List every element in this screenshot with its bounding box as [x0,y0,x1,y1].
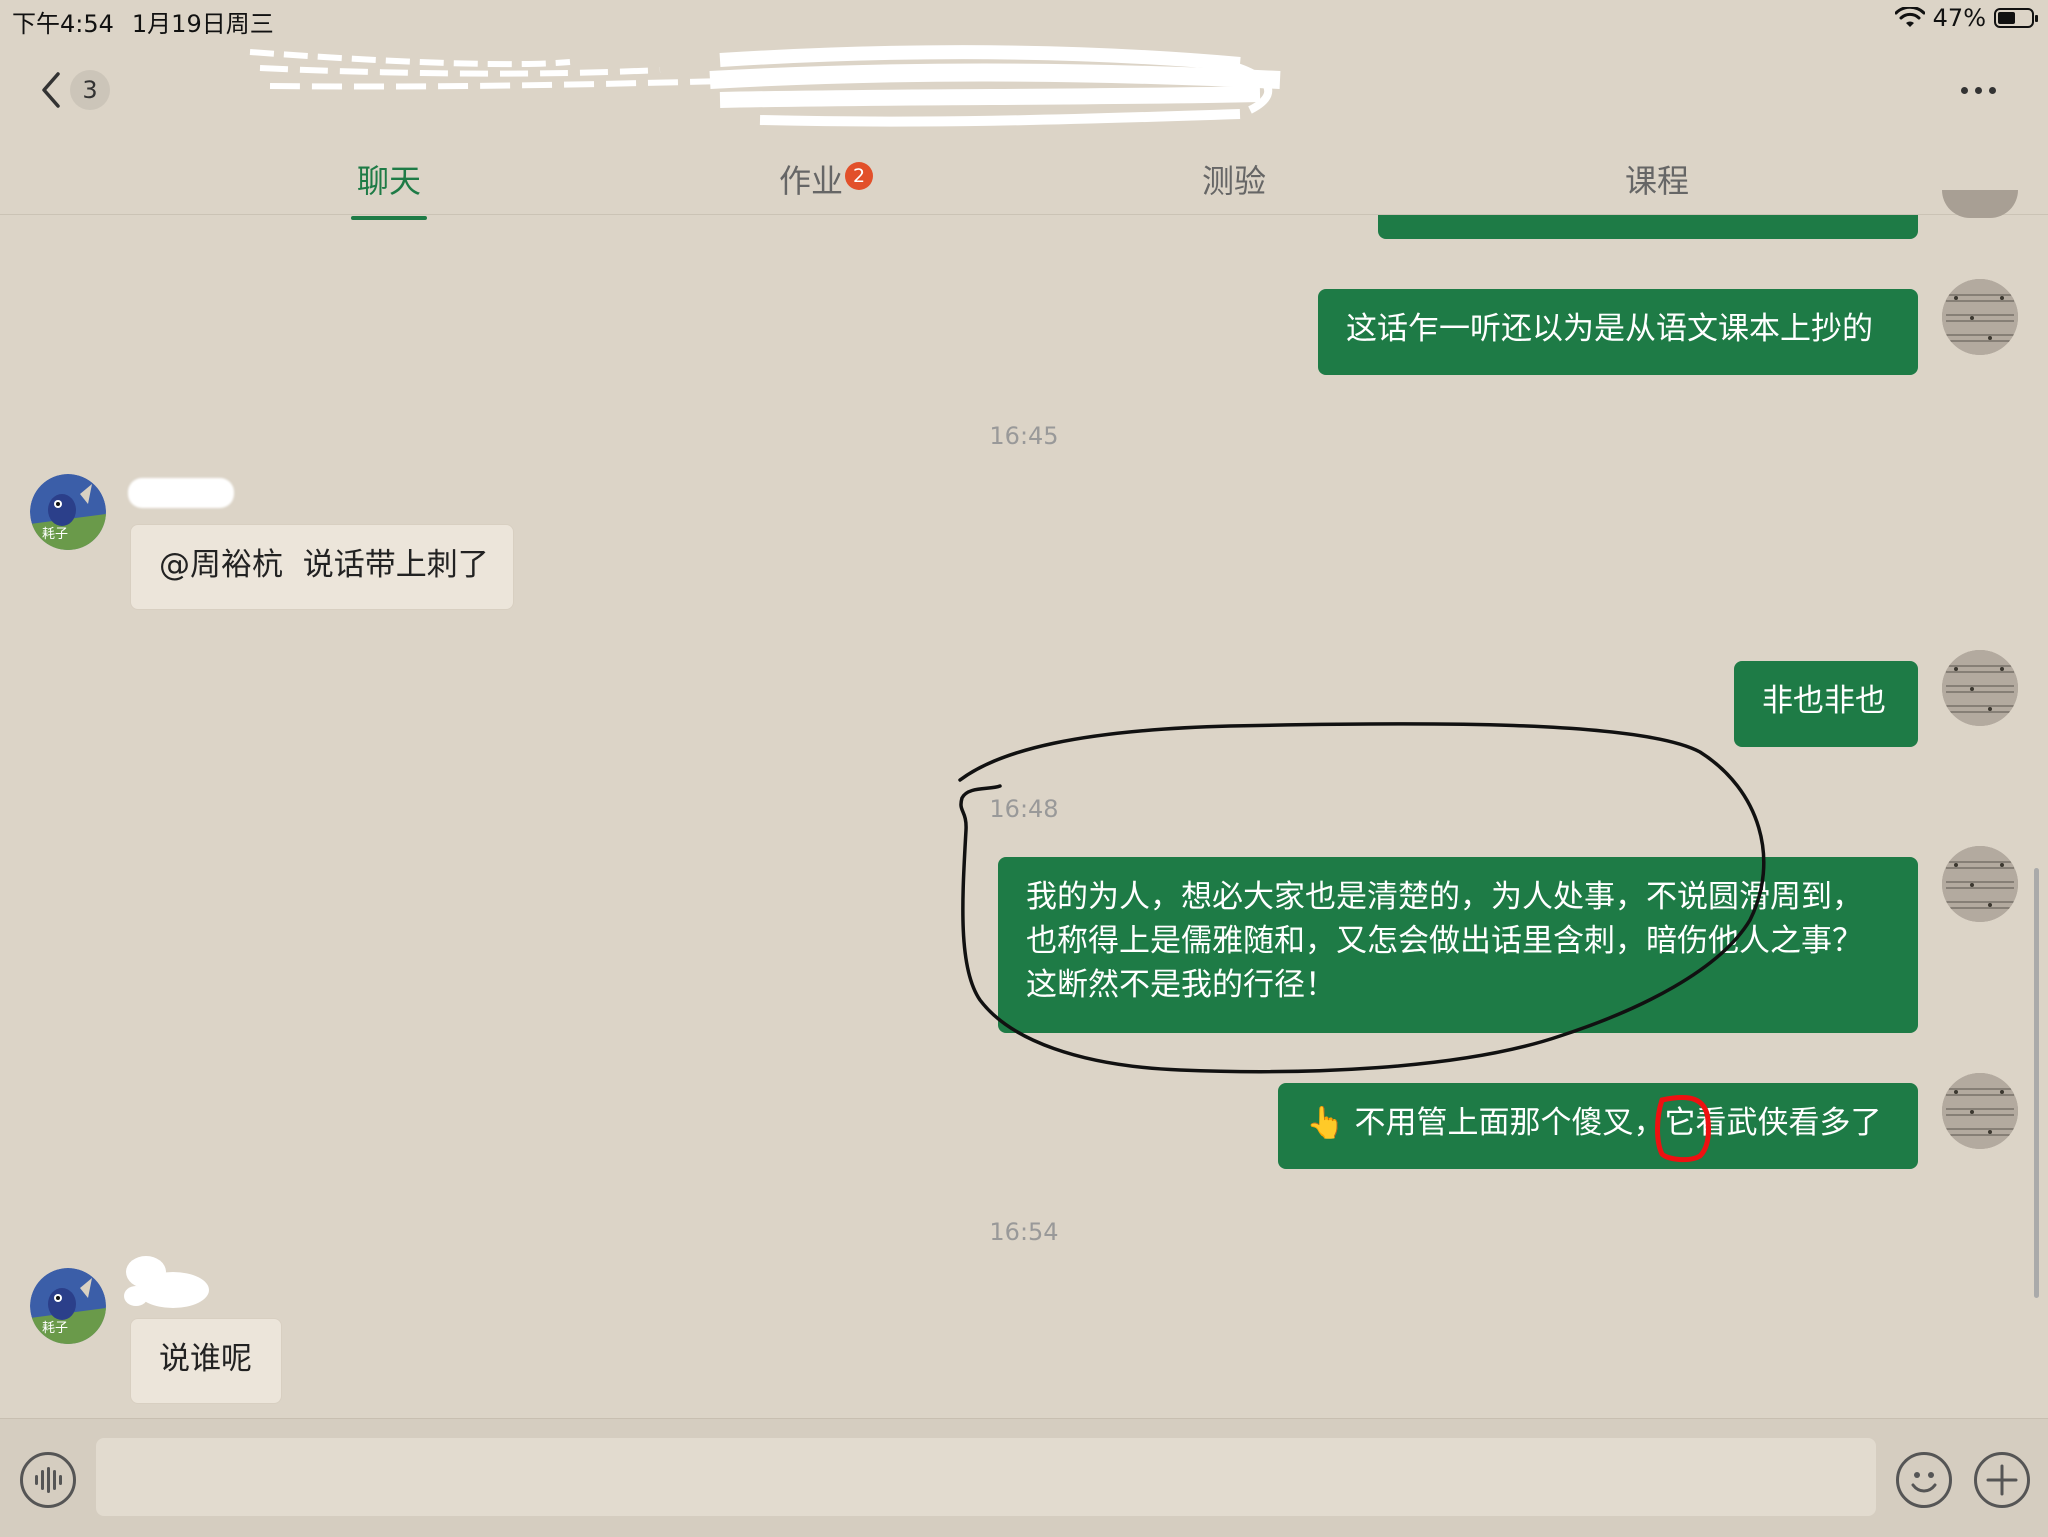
smiley-icon [1911,1472,1937,1493]
more-actions-button[interactable] [1974,1452,2030,1508]
plus-icon [1986,1464,2018,1496]
voice-icon [34,1467,62,1493]
message-input[interactable] [96,1438,1876,1516]
annotation-circle-red [1655,1095,1711,1163]
annotation-circle-black [958,722,1766,1074]
scrollbar[interactable] [2034,868,2039,1298]
annotation-overlay [958,722,1766,1163]
emoji-button[interactable] [1896,1452,1952,1508]
voice-input-button[interactable] [20,1452,76,1508]
